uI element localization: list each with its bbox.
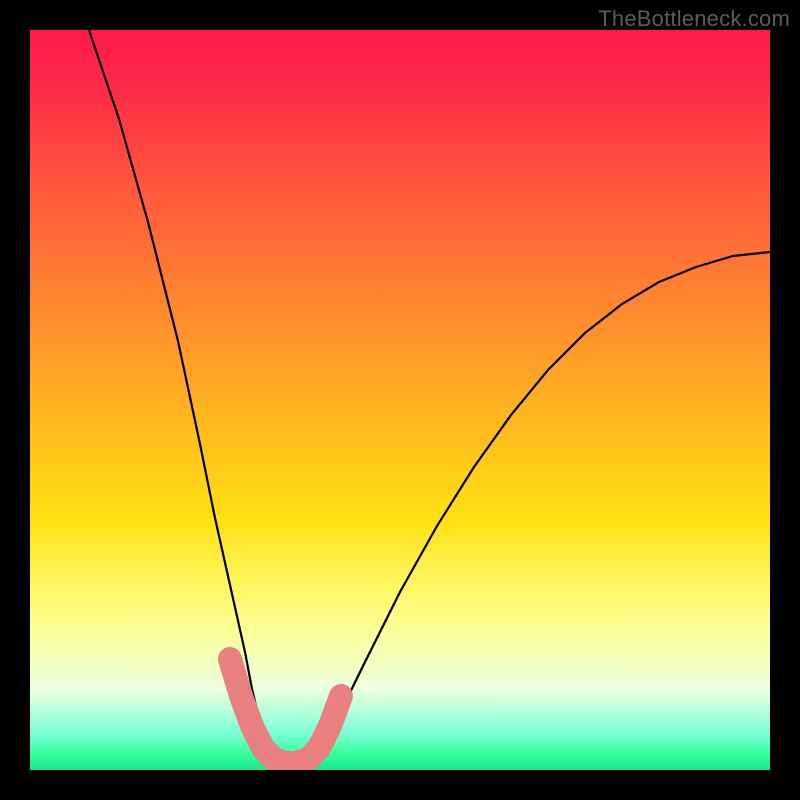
plot-area (30, 30, 770, 770)
chart-frame: TheBottleneck.com (0, 0, 800, 800)
highlight-band-path (230, 659, 341, 763)
watermark-text: TheBottleneck.com (598, 6, 790, 32)
bottleneck-curve (30, 30, 770, 770)
curve-path (89, 30, 770, 766)
